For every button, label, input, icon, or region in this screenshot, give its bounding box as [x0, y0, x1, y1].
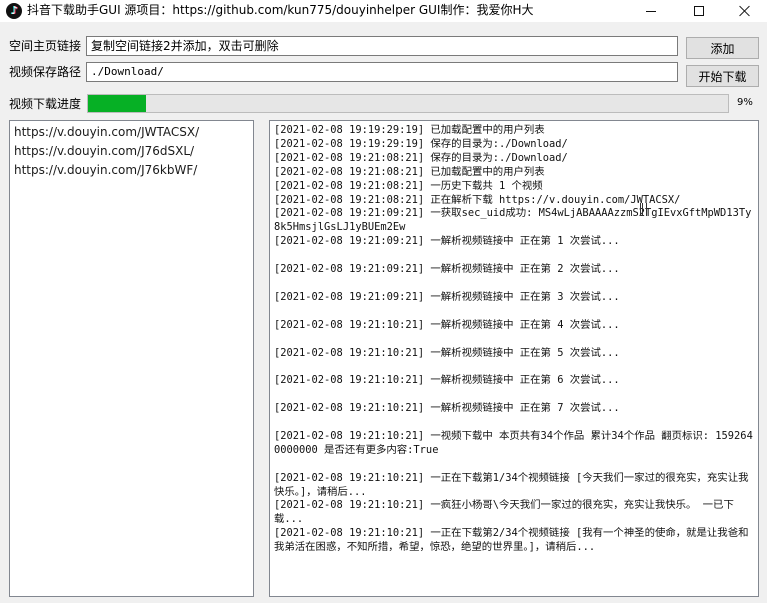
url-list-item[interactable]: https://v.douyin.com/J76kbWF/	[14, 161, 253, 180]
url-list-item[interactable]: https://v.douyin.com/JWTACSX/	[14, 123, 253, 142]
minimize-icon	[646, 10, 656, 12]
user-url-list[interactable]: https://v.douyin.com/JWTACSX/https://v.d…	[9, 120, 254, 597]
close-icon	[739, 5, 751, 17]
log-line: [2021-02-08 19:21:10:21] 一解析视频链接中 正在第 6 …	[274, 374, 620, 387]
log-line: [2021-02-08 19:21:08:21] 一历史下载共 1 个视频	[274, 179, 543, 192]
text-cursor-icon	[640, 203, 647, 216]
download-log[interactable]: [2021-02-08 19:19:29:19] 已加载配置中的用户列表 [202…	[269, 120, 759, 597]
progress-percent: 9%	[737, 97, 753, 108]
log-line: [2021-02-08 19:21:10:21] 一解析视频链接中 正在第 5 …	[274, 346, 620, 359]
homepage-input[interactable]: 复制空间链接2并添加，双击可删除	[86, 36, 678, 56]
log-line: [2021-02-08 19:21:08:21] 正在解析下载 https://…	[274, 193, 681, 206]
log-line: [2021-02-08 19:21:10:21] 一视频下载中 本页共有34个作…	[274, 429, 753, 456]
maximize-icon	[694, 6, 704, 16]
log-line: [2021-02-08 19:21:09:21] 一解析视频链接中 正在第 2 …	[274, 263, 620, 276]
log-line: [2021-02-08 19:21:10:21] 一解析视频链接中 正在第 4 …	[274, 318, 620, 331]
log-line: [2021-02-08 19:21:09:21] 一解析视频链接中 正在第 3 …	[274, 290, 620, 303]
douyin-app-icon: ♪	[6, 3, 22, 19]
log-line: [2021-02-08 19:21:09:21] 一获取sec_uid成功: M…	[274, 207, 752, 234]
minimize-button[interactable]	[628, 0, 674, 22]
log-line: [2021-02-08 19:21:08:21] 已加载配置中的用户列表	[274, 165, 545, 178]
homepage-label: 空间主页链接	[9, 39, 82, 53]
log-line: [2021-02-08 19:21:10:21] 一解析视频链接中 正在第 7 …	[274, 402, 620, 415]
log-line: [2021-02-08 19:19:29:19] 保存的目录为:./Downlo…	[274, 137, 568, 150]
download-progress-bar	[87, 94, 729, 113]
save-path-input[interactable]: ./Download/	[86, 62, 678, 82]
window-title: 抖音下载助手GUI 源项目：https://github.com/kun775/…	[27, 3, 534, 17]
start-download-button[interactable]: 开始下载	[686, 65, 759, 87]
log-line: [2021-02-08 19:19:29:19] 已加载配置中的用户列表	[274, 124, 545, 136]
progress-label: 视频下载进度	[9, 97, 82, 111]
maximize-button[interactable]	[676, 0, 722, 22]
log-line: [2021-02-08 19:21:08:21] 保存的目录为:./Downlo…	[274, 151, 568, 164]
url-list-item[interactable]: https://v.douyin.com/J76dSXL/	[14, 142, 253, 161]
log-line: [2021-02-08 19:21:10:21] 一疯狂小杨哥\今天我们一家过的…	[274, 499, 734, 526]
log-line: [2021-02-08 19:21:10:21] 一正在下载第1/34个视频链接…	[274, 471, 749, 498]
log-line: [2021-02-08 19:21:10:21] 一正在下载第2/34个视频链接…	[274, 527, 749, 554]
progress-fill	[88, 95, 146, 112]
add-button[interactable]: 添加	[686, 37, 759, 59]
close-button[interactable]	[722, 0, 767, 22]
title-bar: ♪ 抖音下载助手GUI 源项目：https://github.com/kun77…	[0, 0, 767, 22]
save-path-label: 视频保存路径	[9, 65, 82, 79]
log-line: [2021-02-08 19:21:09:21] 一解析视频链接中 正在第 1 …	[274, 235, 620, 248]
